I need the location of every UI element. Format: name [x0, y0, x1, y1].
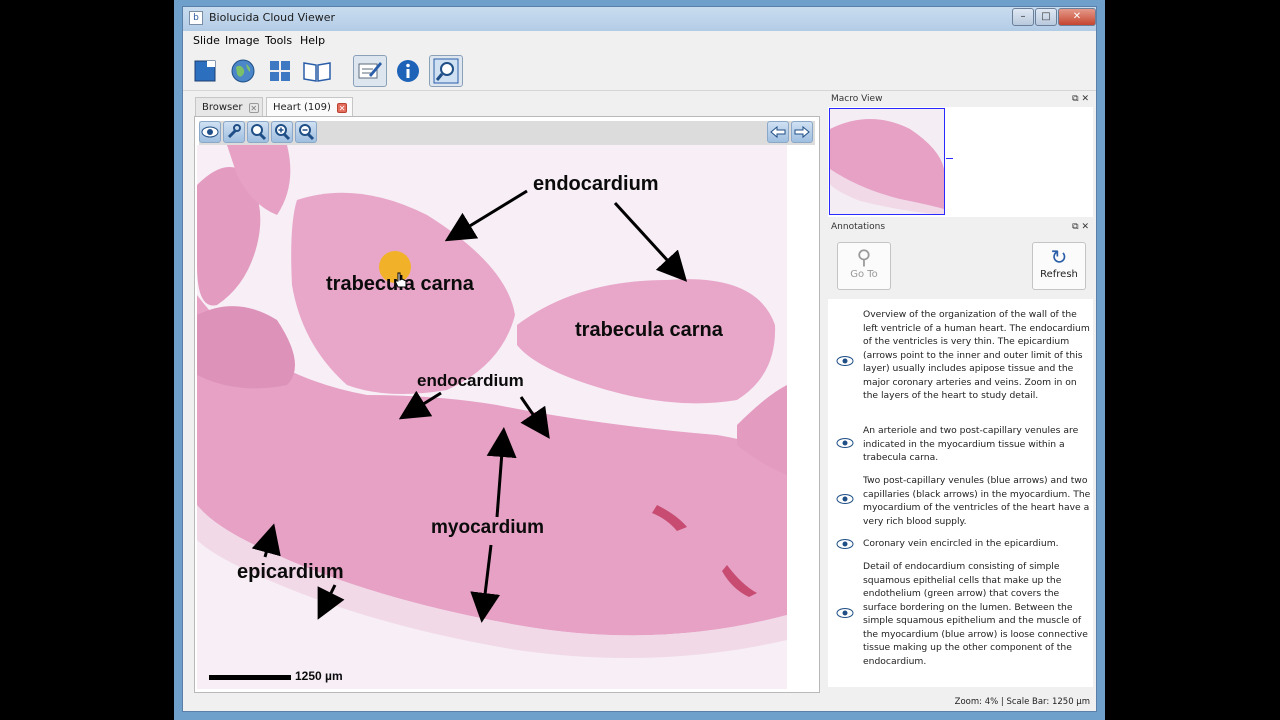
tab-browser-close-icon[interactable]: ✕	[248, 103, 259, 113]
annotations-header: Annotations ⧉ ✕	[828, 220, 1093, 234]
arrow-right-icon	[794, 125, 810, 139]
zoom-tool-button[interactable]	[247, 121, 269, 143]
menu-image[interactable]: Image	[225, 34, 259, 47]
tab-browser-label: Browser	[202, 102, 243, 113]
viewer-toolbar	[199, 121, 815, 145]
layout-button[interactable]	[263, 55, 297, 87]
tab-browser[interactable]: Browser ✕	[195, 97, 263, 117]
grid-icon	[270, 61, 290, 81]
annotations-controls[interactable]: ⧉ ✕	[1072, 220, 1089, 234]
scale-bar-label: 1250 µm	[295, 669, 343, 683]
eye-icon[interactable]	[836, 608, 854, 618]
right-sidebar: Macro View ⧉ ✕ Annotations ⧉ ✕ ⚲ Go To ↻…	[828, 92, 1093, 710]
zoom-out-button[interactable]	[295, 121, 317, 143]
label-endocardium-top: endocardium	[533, 173, 659, 195]
eye-tool-button[interactable]	[199, 121, 221, 143]
menu-help[interactable]: Help	[300, 34, 325, 47]
refresh-icon: ↻	[1050, 245, 1068, 269]
macro-thumbnail[interactable]	[829, 108, 945, 215]
macro-view-title: Macro View	[831, 94, 883, 104]
heart-tissue-image	[197, 145, 787, 689]
eye-icon	[201, 126, 219, 138]
maximize-button[interactable]: □	[1035, 8, 1057, 26]
eye-icon[interactable]	[836, 438, 854, 448]
wrench-icon	[227, 124, 241, 139]
walking-person-icon: ⚲	[856, 245, 872, 269]
annotation-text: An arteriole and two post-capillary venu…	[863, 425, 1079, 463]
status-bar: Zoom: 4% | Scale Bar: 1250 µm	[954, 697, 1090, 707]
annotations-toolbar: ⚲ Go To ↻ Refresh	[828, 234, 1093, 294]
app-window: b Biolucida Cloud Viewer – □ ✕ Slide Ima…	[174, 0, 1105, 720]
app-logo-icon: b	[189, 11, 203, 25]
macro-view-panel[interactable]	[828, 107, 1093, 217]
window-frame: b Biolucida Cloud Viewer – □ ✕ Slide Ima…	[182, 6, 1097, 712]
tab-heart-close-icon[interactable]: ✕	[337, 103, 348, 113]
macro-view-controls[interactable]: ⧉ ✕	[1072, 92, 1089, 106]
title-bar: b Biolucida Cloud Viewer – □ ✕	[183, 7, 1096, 31]
slide-viewer: endocardium trabecula carna trabecula ca…	[194, 116, 820, 693]
heart-thumbnail-image	[830, 119, 944, 214]
pencil-note-icon	[358, 62, 382, 79]
window-title: Biolucida Cloud Viewer	[209, 11, 335, 24]
open-slide-button[interactable]	[188, 55, 222, 87]
zoom-in-icon	[275, 124, 291, 141]
annotate-button[interactable]	[353, 55, 387, 87]
label-myocardium: myocardium	[431, 517, 544, 538]
menu-tools[interactable]: Tools	[265, 34, 292, 47]
eye-icon[interactable]	[836, 356, 854, 366]
hand-cursor-icon	[394, 272, 407, 288]
eye-icon[interactable]	[836, 539, 854, 549]
arrow-left-icon	[770, 125, 786, 139]
book-icon	[303, 62, 331, 82]
menu-slide[interactable]: Slide	[193, 34, 220, 47]
magnifier-icon	[251, 124, 267, 141]
annotation-text: Detail of endocardium consisting of simp…	[863, 561, 1088, 667]
menu-bar: Slide Image Tools Help	[183, 31, 1096, 51]
eye-icon[interactable]	[836, 494, 854, 504]
macro-view-marker	[946, 158, 953, 159]
pan-left-button[interactable]	[767, 121, 789, 143]
macro-view-header: Macro View ⧉ ✕	[828, 92, 1093, 106]
zoom-out-icon	[299, 124, 315, 141]
info-button[interactable]	[391, 55, 425, 87]
book-button[interactable]	[300, 55, 334, 87]
pan-right-button[interactable]	[791, 121, 813, 143]
refresh-button[interactable]: ↻ Refresh	[1032, 242, 1086, 290]
refresh-label: Refresh	[1040, 269, 1078, 280]
annotation-text: Coronary vein encircled in the epicardiu…	[863, 538, 1059, 549]
annotations-title: Annotations	[831, 222, 886, 232]
goto-button[interactable]: ⚲ Go To	[837, 242, 891, 290]
magnifier-button[interactable]	[429, 55, 463, 87]
slide-canvas[interactable]: endocardium trabecula carna trabecula ca…	[197, 145, 787, 689]
tab-heart[interactable]: Heart (109) ✕	[266, 97, 353, 117]
annotations-list: Overview of the organization of the wall…	[828, 299, 1093, 687]
blue-square-icon	[194, 60, 216, 82]
tab-heart-label: Heart (109)	[273, 102, 331, 113]
wrench-tool-button[interactable]	[223, 121, 245, 143]
label-endocardium-mid: endocardium	[417, 371, 524, 390]
globe-icon	[231, 59, 255, 83]
label-epicardium: epicardium	[237, 561, 344, 583]
close-button[interactable]: ✕	[1058, 8, 1096, 26]
annotation-text: Overview of the organization of the wall…	[863, 309, 1090, 401]
magnifier-icon	[433, 58, 459, 84]
label-trabecula-right: trabecula carna	[575, 319, 723, 341]
main-toolbar	[183, 51, 1096, 91]
goto-label: Go To	[850, 269, 878, 280]
zoom-in-button[interactable]	[271, 121, 293, 143]
info-icon	[397, 60, 419, 82]
minimize-button[interactable]: –	[1012, 8, 1034, 26]
globe-button[interactable]	[226, 55, 260, 87]
annotation-text: Two post-capillary venules (blue arrows)…	[863, 475, 1091, 527]
